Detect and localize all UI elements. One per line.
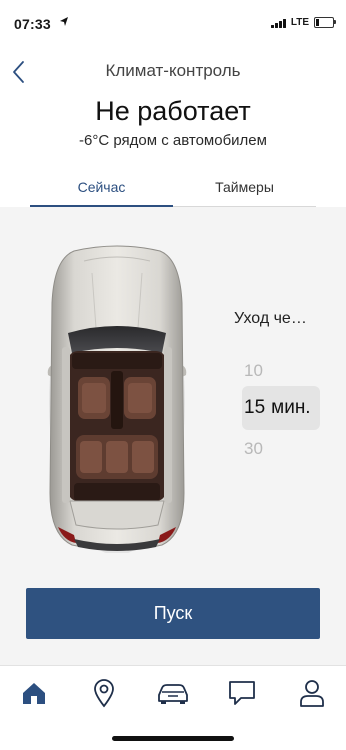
- location-arrow-icon: [60, 17, 68, 26]
- tab-now[interactable]: Сейчас: [30, 172, 173, 207]
- signal-icon: [270, 18, 286, 28]
- climate-status: Не работает: [95, 96, 251, 126]
- picker-option-selected[interactable]: 15 мин.: [242, 386, 320, 430]
- car-top-view-image: [47, 245, 187, 553]
- nav-location[interactable]: [84, 678, 124, 708]
- location-pin-icon: [94, 679, 114, 708]
- status-bar: 07:33 LTE: [0, 0, 346, 48]
- chat-icon: [229, 681, 255, 705]
- car-icon: [158, 684, 188, 704]
- battery-icon: [314, 17, 336, 28]
- picker-selected-unit: мин.: [271, 397, 311, 418]
- status-time: 07:33: [14, 16, 51, 32]
- page-title: Климат-контроль: [105, 61, 241, 80]
- nav-profile[interactable]: [292, 678, 332, 708]
- tab-bar: Сейчас Таймеры: [30, 172, 316, 207]
- tab-timers[interactable]: Таймеры: [173, 172, 316, 206]
- departure-time-label: Уход че…: [234, 310, 307, 327]
- start-button[interactable]: Пуск: [26, 588, 320, 639]
- outside-temperature: -6°C рядом с автомобилем: [79, 132, 267, 149]
- nav-messages[interactable]: [222, 678, 262, 708]
- profile-icon: [300, 680, 324, 707]
- battery-level: [316, 19, 320, 26]
- nav-bar: Климат-контроль: [0, 52, 346, 92]
- picker-option-above[interactable]: 10: [244, 356, 320, 386]
- nav-car[interactable]: [153, 678, 193, 708]
- picker-selected-value: 15: [244, 397, 266, 418]
- home-indicator[interactable]: [112, 736, 234, 741]
- home-icon: [23, 683, 45, 704]
- network-type: LTE: [290, 17, 309, 28]
- climate-control-screen: 07:33 LTE Климат-контроль Не работает -6…: [0, 0, 346, 750]
- picker-option-below[interactable]: 30: [244, 430, 320, 468]
- nav-home[interactable]: [14, 678, 54, 708]
- departure-time-picker[interactable]: 10 15 мин. 30: [242, 356, 320, 468]
- status-indicators: LTE: [270, 17, 336, 28]
